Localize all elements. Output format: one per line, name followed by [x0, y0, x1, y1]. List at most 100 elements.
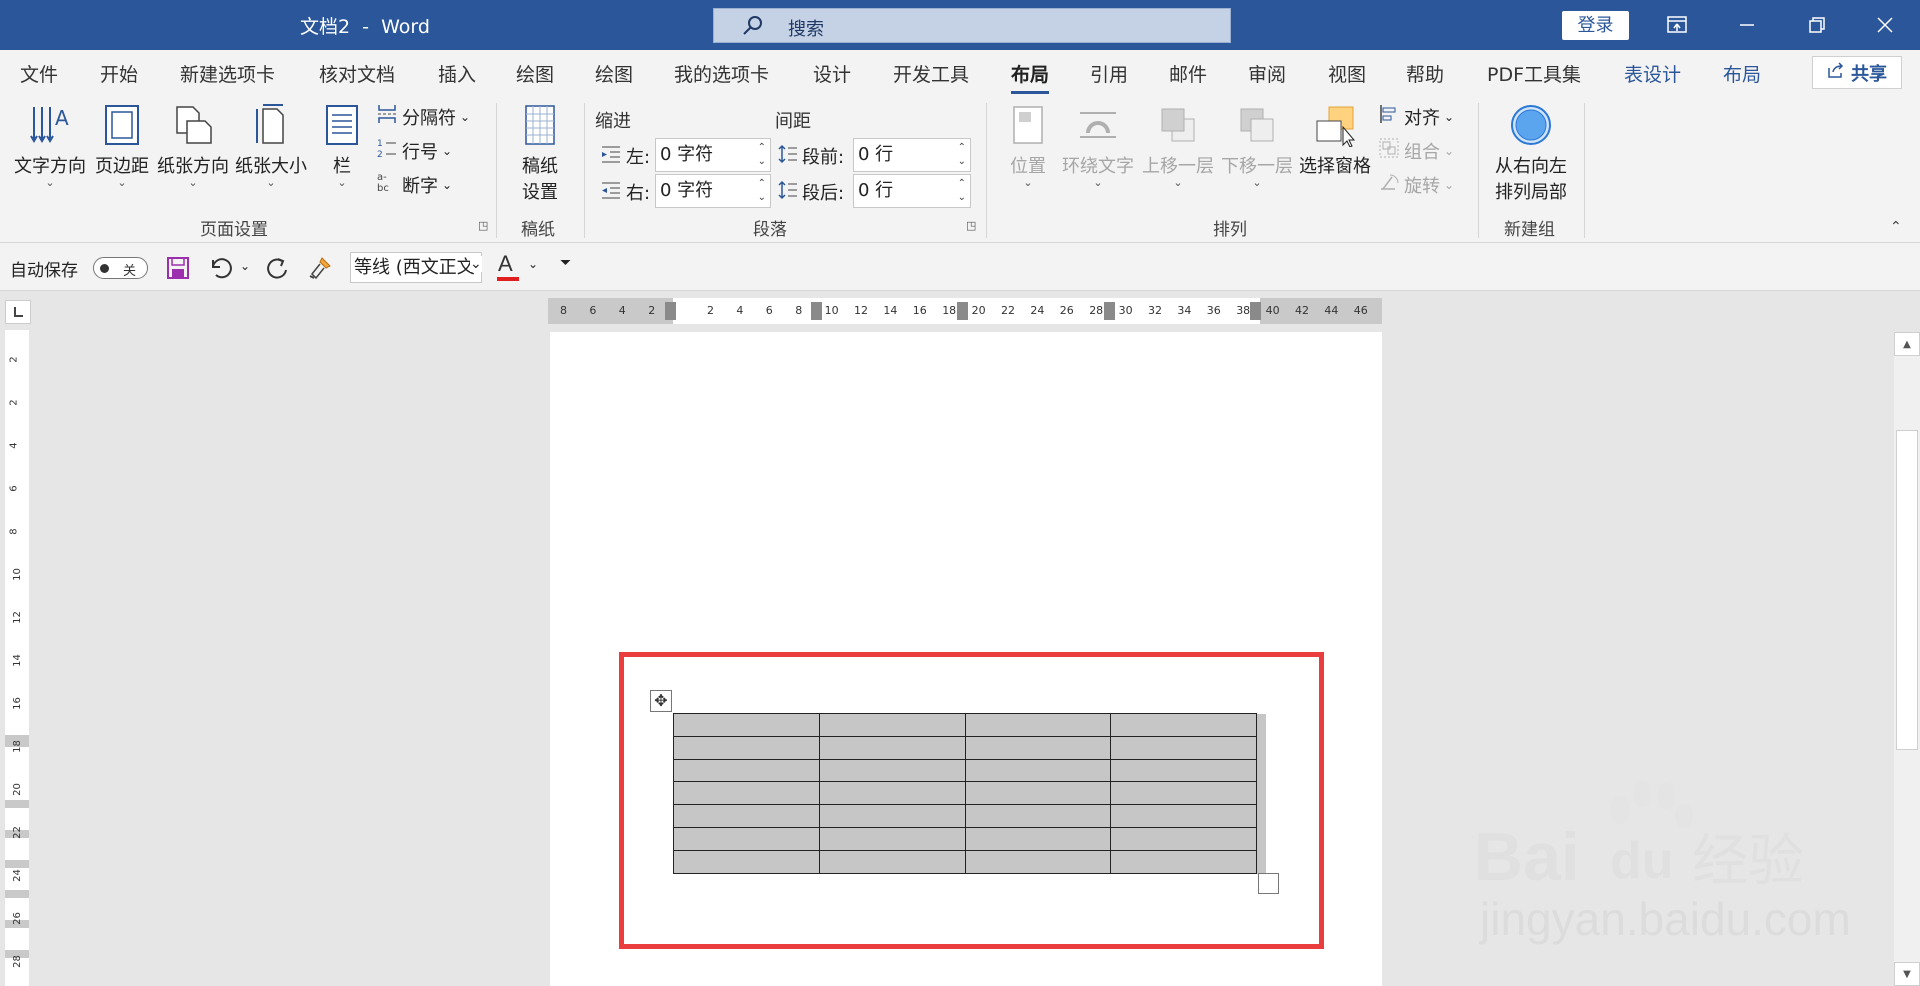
- tab-file[interactable]: 文件: [20, 60, 58, 87]
- spinner-icon[interactable]: ⌃ ⌄: [758, 141, 766, 169]
- tab-pdf-tools[interactable]: PDF工具集: [1487, 60, 1581, 87]
- tab-selector-icon[interactable]: [5, 300, 31, 324]
- tab-layout[interactable]: 布局: [1011, 60, 1050, 94]
- undo-icon[interactable]: [208, 256, 234, 285]
- group-separator: [584, 103, 585, 238]
- text-direction-icon: A: [28, 106, 72, 152]
- page-setup-group-label: 页面设置: [200, 220, 268, 240]
- login-button[interactable]: 登录: [1562, 11, 1629, 40]
- tab-mailings[interactable]: 邮件: [1169, 60, 1207, 87]
- group-objects-button[interactable]: 组合 ⌄: [1378, 137, 1454, 164]
- tab-draw-1[interactable]: 绘图: [516, 60, 554, 87]
- spacing-before-field[interactable]: 0 行 ⌃ ⌄: [853, 138, 971, 172]
- tab-design[interactable]: 设计: [813, 60, 851, 87]
- spacing-before-text: 段前:: [802, 147, 845, 168]
- bring-forward-button[interactable]: 上移一层 ⌄: [1140, 103, 1216, 189]
- column-marker[interactable]: [1250, 302, 1261, 320]
- spinner-icon[interactable]: ⌃ ⌄: [958, 141, 966, 169]
- ribbon-display-icon[interactable]: [1642, 0, 1712, 50]
- spacing-after-field[interactable]: 0 行 ⌃ ⌄: [853, 174, 971, 208]
- column-marker[interactable]: [665, 302, 676, 320]
- restore-icon[interactable]: [1782, 0, 1852, 50]
- tab-references[interactable]: 引用: [1090, 60, 1128, 87]
- tab-check-doc[interactable]: 核对文档: [319, 60, 395, 87]
- ruler-number: 14: [11, 654, 23, 667]
- column-marker[interactable]: [811, 302, 822, 320]
- tab-developer[interactable]: 开发工具: [893, 60, 969, 87]
- breaks-button[interactable]: 分隔符 ⌄: [376, 103, 470, 130]
- manuscript-settings-button[interactable]: 稿纸 设置: [510, 103, 570, 204]
- scroll-thumb[interactable]: [1896, 430, 1918, 750]
- spinner-icon[interactable]: ⌃ ⌄: [958, 177, 966, 205]
- watermark-url: jingyan.baidu.com: [1480, 893, 1851, 945]
- search-input[interactable]: 搜索: [713, 8, 1231, 43]
- redo-icon[interactable]: [264, 256, 290, 287]
- close-icon[interactable]: [1850, 0, 1920, 50]
- chevron-down-icon: ⌄: [1444, 177, 1455, 192]
- vertical-ruler[interactable]: 224681012141618202224262830: [5, 330, 29, 986]
- indent-left-field[interactable]: 0 字符 ⌃ ⌄: [655, 138, 771, 172]
- selection-pane-label: 选择窗格: [1299, 156, 1371, 177]
- spacing-after-text: 段后:: [802, 183, 845, 204]
- selection-pane-button[interactable]: 选择窗格: [1298, 103, 1372, 178]
- group-separator: [1584, 103, 1585, 238]
- rtl-arrange-button[interactable]: 从右向左 排列局部: [1490, 103, 1572, 204]
- tab-home[interactable]: 开始: [100, 60, 138, 87]
- tab-review[interactable]: 审阅: [1248, 60, 1286, 87]
- search-icon: [742, 15, 764, 42]
- size-button[interactable]: 纸张大小 ⌄: [234, 103, 308, 189]
- ruler-number: 16: [912, 304, 927, 317]
- dialog-launcher-icon[interactable]: ◳: [478, 219, 488, 232]
- line-numbers-button[interactable]: 12 行号 ⌄: [376, 137, 452, 164]
- ruler-number: 42: [1295, 304, 1309, 317]
- tab-insert[interactable]: 插入: [438, 60, 476, 87]
- tab-new[interactable]: 新建选项卡: [180, 60, 275, 87]
- chevron-down-icon[interactable]: ⌄: [528, 257, 538, 271]
- rotate-button[interactable]: 旋转 ⌄: [1378, 171, 1454, 198]
- tab-view[interactable]: 视图: [1328, 60, 1366, 87]
- customize-qat-icon[interactable]: ⏷: [560, 255, 571, 271]
- scroll-down-icon[interactable]: ▼: [1894, 962, 1920, 986]
- column-marker[interactable]: [957, 302, 968, 320]
- tab-help[interactable]: 帮助: [1406, 60, 1444, 87]
- margins-button[interactable]: 页边距 ⌄: [94, 103, 150, 189]
- tab-my-tab[interactable]: 我的选项卡: [674, 60, 769, 87]
- share-icon: [1827, 62, 1845, 83]
- scroll-up-icon[interactable]: ▲: [1894, 332, 1920, 356]
- text-direction-label: 文字方向: [14, 156, 86, 177]
- format-painter-icon[interactable]: [308, 256, 334, 285]
- autosave-toggle[interactable]: 关: [93, 257, 148, 279]
- rtl-arrange-line2: 排列局部: [1495, 182, 1567, 203]
- align-button[interactable]: 对齐 ⌄: [1378, 103, 1454, 130]
- text-direction-button[interactable]: A 文字方向 ⌄: [14, 103, 86, 189]
- column-marker[interactable]: [1104, 302, 1115, 320]
- collapse-ribbon-icon[interactable]: ⌃: [1890, 219, 1902, 235]
- paragraph-group-label: 段落: [753, 220, 787, 240]
- share-button[interactable]: 共享: [1812, 56, 1902, 89]
- hyphenation-icon: a-bc: [376, 171, 398, 198]
- chevron-down-icon[interactable]: ⌄: [470, 256, 482, 272]
- wrap-text-button[interactable]: 环绕文字 ⌄: [1060, 103, 1136, 189]
- save-icon[interactable]: [166, 256, 190, 285]
- spinner-icon[interactable]: ⌃ ⌄: [758, 177, 766, 205]
- bring-forward-icon: [1156, 108, 1200, 152]
- horizontal-ruler[interactable]: 8 6 4 2 2 4 6 8 10 12 14 16 18 20 22 24 26 28 30 32 34 36 38 40…: [548, 298, 1382, 324]
- ruler-number: 24: [11, 869, 23, 882]
- position-icon: [1008, 106, 1048, 152]
- vertical-scrollbar[interactable]: ▲ ▼: [1894, 332, 1920, 986]
- send-backward-button[interactable]: 下移一层 ⌄: [1219, 103, 1295, 189]
- font-name-select[interactable]: 等线 (西文正文: [350, 252, 482, 283]
- tab-table-design[interactable]: 表设计: [1624, 60, 1681, 87]
- tab-table-layout[interactable]: 布局: [1723, 60, 1761, 87]
- dialog-launcher-icon[interactable]: ◳: [966, 219, 976, 232]
- tab-draw-2[interactable]: 绘图: [595, 60, 633, 87]
- font-color-icon[interactable]: A: [498, 251, 513, 277]
- hyphenation-button[interactable]: a-bc 断字 ⌄: [376, 171, 452, 198]
- columns-button[interactable]: 栏 ⌄: [318, 103, 366, 189]
- orientation-button[interactable]: 纸张方向 ⌄: [156, 103, 230, 189]
- ruler-number: 12: [11, 611, 23, 624]
- position-button[interactable]: 位置 ⌄: [1000, 103, 1056, 189]
- minimize-icon[interactable]: [1712, 0, 1782, 50]
- indent-right-field[interactable]: 0 字符 ⌃ ⌄: [655, 174, 771, 208]
- chevron-down-icon[interactable]: ⌄: [240, 259, 250, 273]
